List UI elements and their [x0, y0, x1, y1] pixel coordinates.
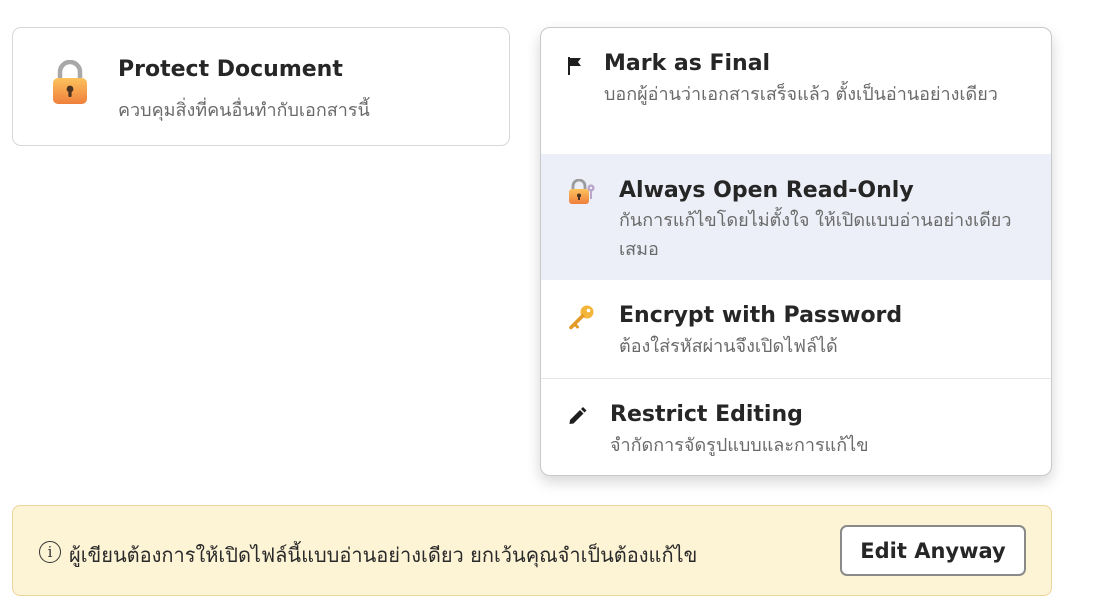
- menu-item-title: Encrypt with Password: [619, 303, 903, 328]
- key-icon: [568, 304, 596, 334]
- lock-with-key-icon: [568, 178, 596, 209]
- menu-item-description: ต้องใส่รหัสผ่านจึงเปิดไฟล์ได้: [619, 336, 838, 357]
- menu-item-restrict-editing[interactable]: Restrict Editing จำกัดการจัดรูปแบบและการ…: [541, 379, 1051, 475]
- menu-item-always-open-read-only[interactable]: Always Open Read-Only กันการแก้ไขโดยไม่ต…: [541, 154, 1051, 280]
- menu-item-title: Always Open Read-Only: [619, 178, 914, 203]
- pencil-icon: [567, 404, 589, 430]
- read-only-info-bar: i ผู้เขียนต้องการให้เปิดไฟล์นี้แบบอ่านอย…: [12, 505, 1052, 596]
- protect-document-card[interactable]: Protect Document ควบคุมสิ่งที่คนอื่นทำกั…: [12, 27, 510, 146]
- flag-icon: [566, 56, 584, 80]
- menu-item-description: กันการแก้ไขโดยไม่ตั้งใจ ให้เปิดแบบอ่านอย…: [619, 210, 1012, 260]
- menu-item-title: Restrict Editing: [610, 402, 803, 427]
- protect-document-description: ควบคุมสิ่งที่คนอื่นทำกับเอกสารนี้: [118, 100, 370, 121]
- menu-item-description: บอกผู้อ่านว่าเอกสารเสร็จแล้ว ตั้งเป็นอ่า…: [604, 84, 998, 105]
- protect-document-title: Protect Document: [118, 57, 343, 82]
- menu-item-description: จำกัดการจัดรูปแบบและการแก้ไข: [610, 435, 869, 456]
- info-message: ผู้เขียนต้องการให้เปิดไฟล์นี้แบบอ่านอย่า…: [69, 543, 698, 567]
- info-icon: i: [39, 541, 61, 563]
- padlock-icon: [52, 59, 88, 106]
- edit-anyway-button[interactable]: Edit Anyway: [840, 525, 1026, 576]
- menu-item-mark-as-final[interactable]: Mark as Final บอกผู้อ่านว่าเอกสารเสร็จแล…: [541, 28, 1051, 154]
- menu-item-title: Mark as Final: [604, 51, 771, 76]
- menu-item-encrypt-with-password[interactable]: Encrypt with Password ต้องใส่รหัสผ่านจึง…: [541, 280, 1051, 378]
- protect-document-menu: Mark as Final บอกผู้อ่านว่าเอกสารเสร็จแล…: [540, 27, 1052, 476]
